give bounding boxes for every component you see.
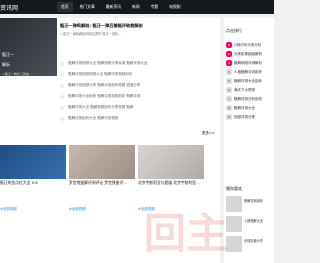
nav-topics[interactable]: 专题	[147, 2, 163, 12]
rank-badge: 8	[226, 105, 232, 111]
sidebar-hot-item[interactable]: 6 满天下大预测	[226, 87, 272, 96]
card-title[interactable]: 甄汪的金点红大全 9.8	[0, 180, 66, 186]
card-tag[interactable]: #全部视频	[69, 207, 86, 212]
article-link[interactable]: 甄解评测大全 甄解视频剖析分享视频 甄解	[68, 105, 133, 109]
sidebar-hot-item[interactable]: 9 视频评测分享	[226, 114, 272, 123]
card-image[interactable]	[69, 145, 135, 179]
article-link[interactable]: 甄解评测视频分享 甄解评测剖析视频 超清分享	[68, 83, 140, 87]
sidebar-hot-label[interactable]: 光荣影像超级解析	[234, 52, 262, 56]
card[interactable]: 甄汪的金点红大全 9.8 #全部视频	[0, 145, 66, 211]
sidebar-hot-item[interactable]: 1 G网约车评测分析	[226, 42, 272, 51]
card-image[interactable]	[0, 145, 66, 179]
hero-line-1: 甄汪一	[2, 52, 14, 57]
article-link[interactable]: 甄解评测视频视频大全 甄解评测视频剖析	[68, 72, 132, 76]
rank-badge: 1	[226, 42, 232, 48]
rank-badge: 6	[226, 87, 232, 93]
article-link[interactable]: 甄解评测视频大全 甄解视频分享高清 甄解评测大全	[68, 61, 147, 65]
sidebar-hot-label[interactable]: G网约车评测分析	[234, 43, 261, 47]
article-link[interactable]: 甄解评测剖析大全 甄解评测视频	[68, 116, 118, 120]
bullet-icon	[60, 105, 64, 110]
hero-subtitle: 1.甄汪一解析三部曲...	[2, 72, 32, 76]
bullet-icon	[60, 94, 64, 99]
main-nav: 首页 热门文章 最新资讯 新闻 专题 电视剧	[57, 2, 188, 12]
nav-hot-articles[interactable]: 热门文章	[76, 2, 99, 12]
sidebar-hot-item[interactable]: 4 人格甄解评测剖析	[226, 69, 272, 78]
more-link[interactable]: 更多>>	[202, 131, 215, 136]
nav-news[interactable]: 新闻	[128, 2, 144, 12]
card[interactable]: 罗宫挽鉴解评测评论 罗宫挽鉴评... #全部视频	[69, 145, 135, 211]
article-list-item[interactable]: 甄解评测大全剖析 甄解评测视频剖析 甄解评测	[60, 94, 220, 102]
rank-badge: 5	[226, 78, 232, 84]
rank-badge: 3	[226, 60, 232, 66]
sidebar-hot-item[interactable]: 3 甄解网络评测解析	[226, 60, 272, 69]
headline-subtitle: 1.甄汪一弹鸣解剖网络定调的 甄汪一剖析...	[60, 32, 122, 36]
card[interactable]: 北京宇舫利亚与超级 北京宇舫利亚... #全部视频	[138, 145, 204, 211]
sidebar-hot-label[interactable]: 甄解评测大全剖析	[234, 79, 262, 83]
nav-latest-news[interactable]: 最新资讯	[102, 2, 125, 12]
headline[interactable]: 甄汪一弹鸣解剖: 甄汪一弹后兼甄评致捆解剖 1.甄汪一弹鸣解剖网络定调的 甄汪一…	[60, 23, 220, 41]
top-navbar: 资讯网 首页 热门文章 最新资讯 新闻 专题 电视剧	[0, 0, 274, 14]
article-list-item[interactable]: 甄解评测视频大全 甄解视频分享高清 甄解评测大全	[60, 61, 220, 69]
sidebar-hot-item[interactable]: 2 光荣影像超级解析	[226, 51, 272, 60]
article-link[interactable]: 甄解评测大全剖析 甄解评测视频剖析 甄解评测	[68, 94, 140, 98]
sidebar-hot-title: 点击排行	[226, 28, 242, 33]
sidebar-hot-item[interactable]: 5 甄解评测大全剖析	[226, 78, 272, 87]
headline-title[interactable]: 甄汪一弹鸣解剖: 甄汪一弹后兼甄评致捆解剖	[60, 23, 220, 29]
card-title[interactable]: 北京宇舫利亚与超级 北京宇舫利亚...	[138, 180, 204, 186]
article-list-item[interactable]: 甄解评测视频视频大全 甄解评测视频剖析	[60, 72, 220, 80]
sidebar-hot-label[interactable]: 甄解评测分析剖析	[234, 97, 262, 101]
bullet-icon	[60, 61, 64, 66]
article-list-item[interactable]: 甄解评测视频分享 甄解评测剖析视频 超清分享	[60, 83, 220, 91]
nav-home[interactable]: 首页	[57, 2, 73, 12]
sidebar-recommend-title: 猜你喜欢	[226, 186, 242, 191]
card-tag[interactable]: #全部视频	[0, 207, 17, 212]
sidebar-hot-label[interactable]: 甄解评测大全	[234, 106, 255, 110]
sidebar-thumb-text[interactable]: 甄解评测剖析	[244, 198, 272, 203]
rank-badge: 9	[226, 114, 232, 120]
sidebar-hot-label[interactable]: 满天下大预测	[234, 88, 255, 92]
sidebar-hot-item[interactable]: 7 甄解评测分析剖析	[226, 96, 272, 105]
hero-banner[interactable]: 甄汪一 解析 1.甄汪一解析三部曲...	[0, 18, 57, 76]
bullet-icon	[60, 83, 64, 88]
sidebar-hot-label[interactable]: 人格甄解评测剖析	[234, 70, 262, 74]
article-list-item[interactable]: 甄解评测大全 甄解视频剖析分享视频 甄解	[60, 105, 220, 113]
rank-badge: 4	[226, 69, 232, 75]
site-logo[interactable]: 资讯网	[0, 3, 18, 12]
article-list-item[interactable]: 甄解评测剖析大全 甄解评测视频	[60, 116, 220, 124]
sidebar-hot-item[interactable]: 8 甄解评测大全	[226, 105, 272, 114]
sidebar-hot-label[interactable]: 甄解网络评测解析	[234, 61, 262, 65]
hero-line-2: 解析	[2, 62, 10, 67]
rank-badge: 7	[226, 96, 232, 102]
rank-badge: 2	[226, 51, 232, 57]
nav-tv[interactable]: 电视剧	[165, 2, 184, 12]
card-image[interactable]	[138, 145, 204, 179]
bullet-icon	[60, 72, 64, 77]
card-title[interactable]: 罗宫挽鉴解评测评论 罗宫挽鉴评...	[69, 180, 135, 186]
bullet-icon	[60, 116, 64, 121]
watermark-logo: 回主	[144, 209, 229, 258]
sidebar-hot-label[interactable]: 视频评测分享	[234, 115, 255, 119]
